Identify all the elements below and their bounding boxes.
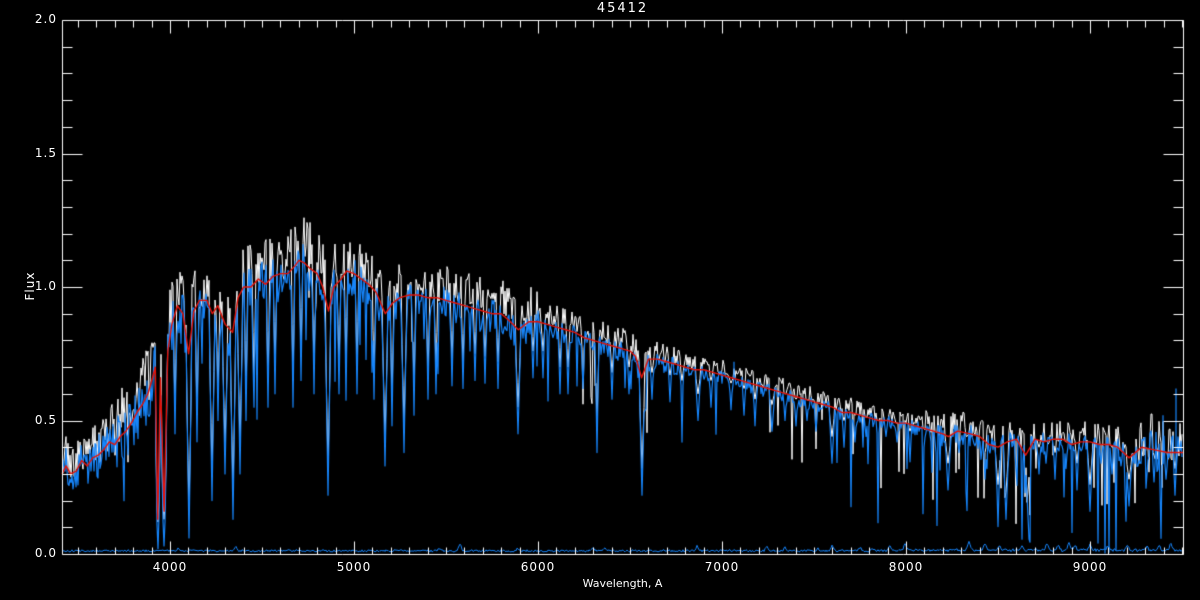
x-tick-label: 5000	[336, 560, 372, 574]
y-tick-label: 0.0	[34, 546, 57, 560]
x-tick-label: 4000	[152, 560, 188, 574]
x-tick-label: 6000	[520, 560, 556, 574]
spectrum-chart: 45412 Wavelength, A Flux 4000 5000 6000 700…	[0, 0, 1200, 600]
chart-title: 45412	[596, 1, 649, 16]
y-tick-label: 0.5	[34, 412, 57, 427]
x-tick-label: 7000	[704, 560, 740, 574]
plot-canvas	[0, 0, 1200, 600]
x-tick-label: 9000	[1072, 560, 1108, 574]
y-tick-label: 1.0	[34, 279, 57, 293]
y-tick-label: 1.5	[34, 145, 57, 160]
y-tick-label: 2.0	[34, 12, 57, 26]
x-axis-label: Wavelength, A	[582, 577, 663, 590]
x-tick-label: 8000	[888, 560, 924, 574]
